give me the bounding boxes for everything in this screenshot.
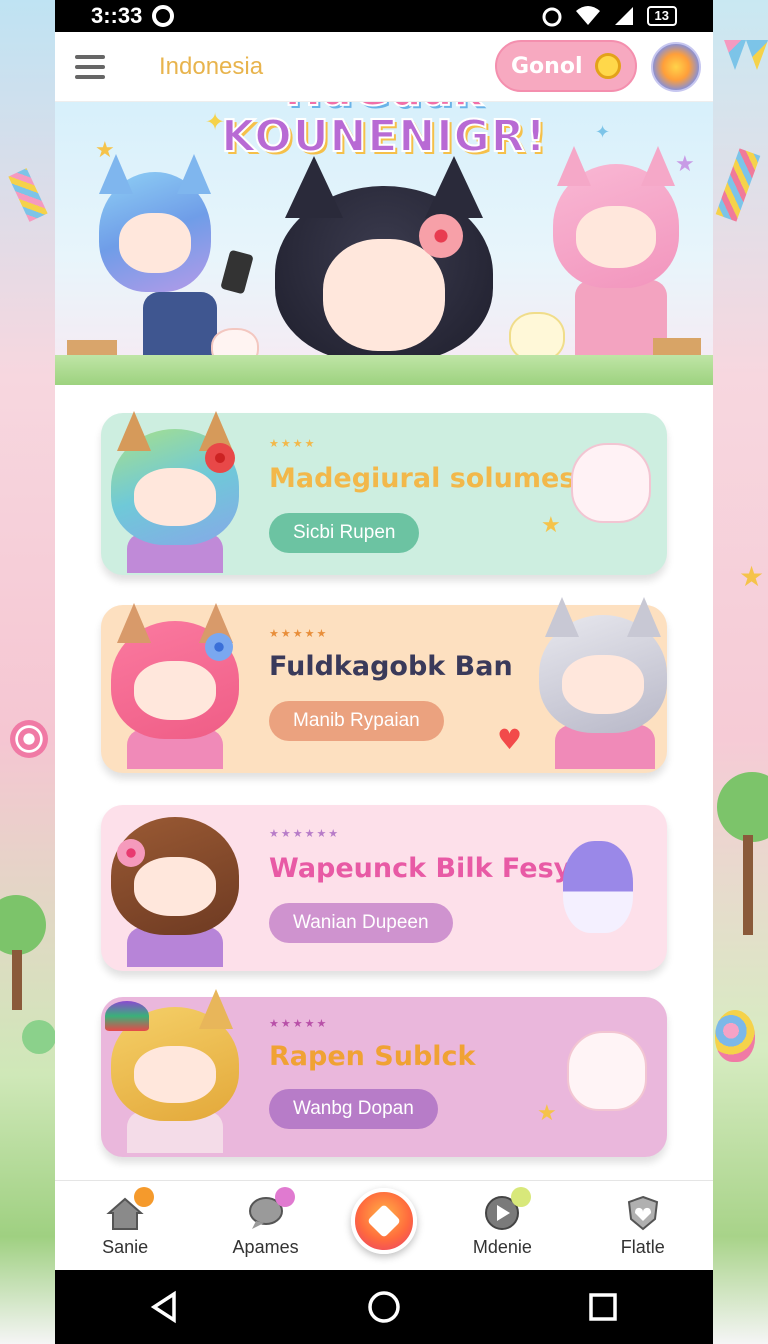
bottom-nav: Sanie Apames Mdenie Flatle [55, 1180, 713, 1270]
party-popper-icon [715, 148, 761, 222]
home-circle-icon [368, 1291, 400, 1323]
diamond-icon [366, 1203, 401, 1238]
region-label[interactable]: Indonesia [159, 53, 263, 81]
back-icon [150, 1290, 176, 1324]
hamburger-icon [75, 54, 105, 59]
right-backdrop: ★ [713, 0, 768, 1344]
wifi-icon [575, 6, 600, 25]
flower-icon [117, 839, 145, 867]
card-cta-button[interactable]: Sicbi Rupen [269, 513, 420, 553]
cat-mascot-icon [567, 1031, 647, 1111]
nav-item-apames[interactable]: Apames [211, 1187, 321, 1258]
card-cta-button[interactable]: Wanian Dupeen [269, 903, 453, 943]
profile-avatar[interactable] [651, 42, 701, 92]
nav-label: Sanie [102, 1237, 149, 1257]
flower-icon [205, 633, 233, 661]
shield-heart-icon [623, 1193, 663, 1233]
card-character-secondary [531, 597, 671, 769]
card-rating: ★★★★★ [269, 627, 329, 640]
phone-icon [220, 249, 254, 295]
center-action-button[interactable] [350, 1187, 417, 1254]
nav-label: Flatle [620, 1237, 665, 1257]
card-rating: ★★★★ [269, 437, 317, 450]
alarm-icon [542, 7, 562, 27]
card-item[interactable]: ★★★★★ Fuldkagobk Ban Manib Rypaian ♥ [101, 597, 667, 773]
candy-icon [10, 720, 48, 758]
star-icon: ★ [739, 560, 765, 593]
card-title: Rapen Sublck [269, 1041, 476, 1072]
card-cta-button[interactable]: Wanbg Dopan [269, 1089, 438, 1129]
tree-icon [717, 772, 768, 842]
star-icon: ★ [537, 1101, 557, 1126]
egg-icon [715, 1010, 755, 1062]
notification-badge [274, 1187, 295, 1207]
party-hat-icon [105, 1001, 149, 1031]
nav-label: Apames [232, 1237, 299, 1257]
card-rating: ★★★★★★ [269, 827, 341, 840]
app-screen: 3::33 13 Indonesia Gonol ★ ✦ ★ ✦ KOUNENI… [55, 0, 713, 1344]
recents-button[interactable] [573, 1277, 633, 1337]
card-character [105, 603, 245, 769]
search-button[interactable]: Gonol [495, 40, 637, 92]
card-item[interactable]: ★★★★★★ Wapeunck Bilk Fesy Wanian Dupeen [101, 805, 667, 971]
banner-title: HaGdak KOUNENIGR! [55, 102, 713, 163]
banner-title-line2: KOUNENIGR! [220, 111, 547, 163]
bunting-icon [713, 40, 768, 70]
card-list: ★★★★ Madegiural solumes Sicbi Rupen ★ ★★… [55, 385, 713, 1180]
app-bar: Indonesia Gonol [55, 32, 713, 102]
system-nav-bar [55, 1270, 713, 1344]
nav-item-flatle[interactable]: Flatle [588, 1193, 698, 1258]
card-title: Madegiural solumes [269, 463, 576, 494]
card-character [105, 811, 245, 967]
flower-icon [419, 214, 463, 258]
cat-mascot-icon [571, 443, 651, 523]
star-icon: ★ [541, 513, 561, 538]
card-character [105, 411, 245, 573]
card-title: Fuldkagobk Ban [269, 651, 513, 682]
notification-badge [511, 1187, 532, 1207]
party-popper-icon [8, 168, 48, 222]
status-bar: 3::33 13 [55, 0, 713, 32]
battery-icon: 13 [646, 6, 677, 26]
search-icon [595, 53, 621, 79]
nav-item-sanie[interactable]: Sanie [70, 1187, 180, 1258]
heart-icon: ♥ [497, 723, 523, 756]
signal-icon [614, 7, 633, 25]
nav-label: Mdenie [472, 1237, 532, 1257]
tree-trunk [12, 950, 22, 1010]
card-item[interactable]: ★★★★★ Rapen Sublck Wanbg Dopan ★ [101, 989, 667, 1157]
hero-banner[interactable]: ★ ✦ ★ ✦ KOUNENIGR! [55, 102, 713, 385]
card-title: Wapeunck Bilk Fesy [269, 853, 572, 884]
card-rating: ★★★★★ [269, 1017, 329, 1030]
card-character [105, 989, 245, 1153]
monster-mascot-icon [563, 841, 633, 933]
tree-trunk [743, 835, 753, 935]
tree-icon [0, 895, 46, 955]
card-item[interactable]: ★★★★ Madegiural solumes Sicbi Rupen ★ [101, 411, 667, 575]
menu-button[interactable] [75, 47, 115, 87]
flower-icon [205, 443, 235, 473]
search-label: Gonol [511, 53, 583, 79]
mascot-icon [22, 1020, 55, 1054]
home-button[interactable] [354, 1277, 414, 1337]
card-cta-button[interactable]: Manib Rypaian [269, 701, 444, 741]
left-backdrop [0, 0, 55, 1344]
grass [55, 355, 713, 385]
google-icon [152, 5, 175, 27]
recents-icon [589, 1293, 618, 1321]
nav-item-mdenie[interactable]: Mdenie [447, 1187, 557, 1258]
back-button[interactable] [135, 1277, 195, 1337]
status-time: 3::33 [91, 3, 143, 28]
notification-badge [134, 1187, 155, 1207]
